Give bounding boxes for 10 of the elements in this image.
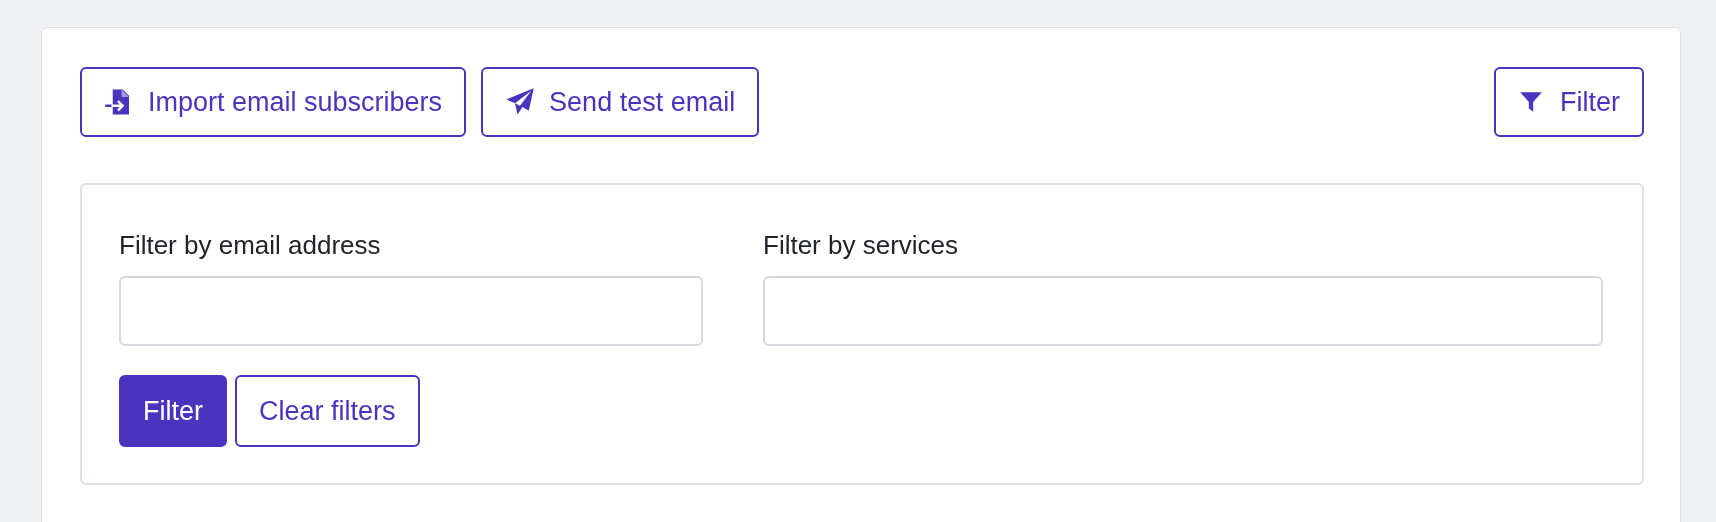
filter-button[interactable]: Filter (119, 375, 227, 447)
clear-filters-button[interactable]: Clear filters (235, 375, 420, 447)
filter-toggle-button[interactable]: Filter (1494, 67, 1644, 137)
input-field[interactable] (119, 276, 703, 346)
paper-plane-icon (505, 87, 536, 117)
field-label: Filter by services (763, 229, 960, 261)
field-label: Filter by email address (119, 229, 382, 261)
input-field[interactable] (763, 276, 1603, 346)
import-button[interactable]: Import email subscribers (80, 67, 467, 137)
send-button[interactable]: Send test email (481, 67, 760, 137)
